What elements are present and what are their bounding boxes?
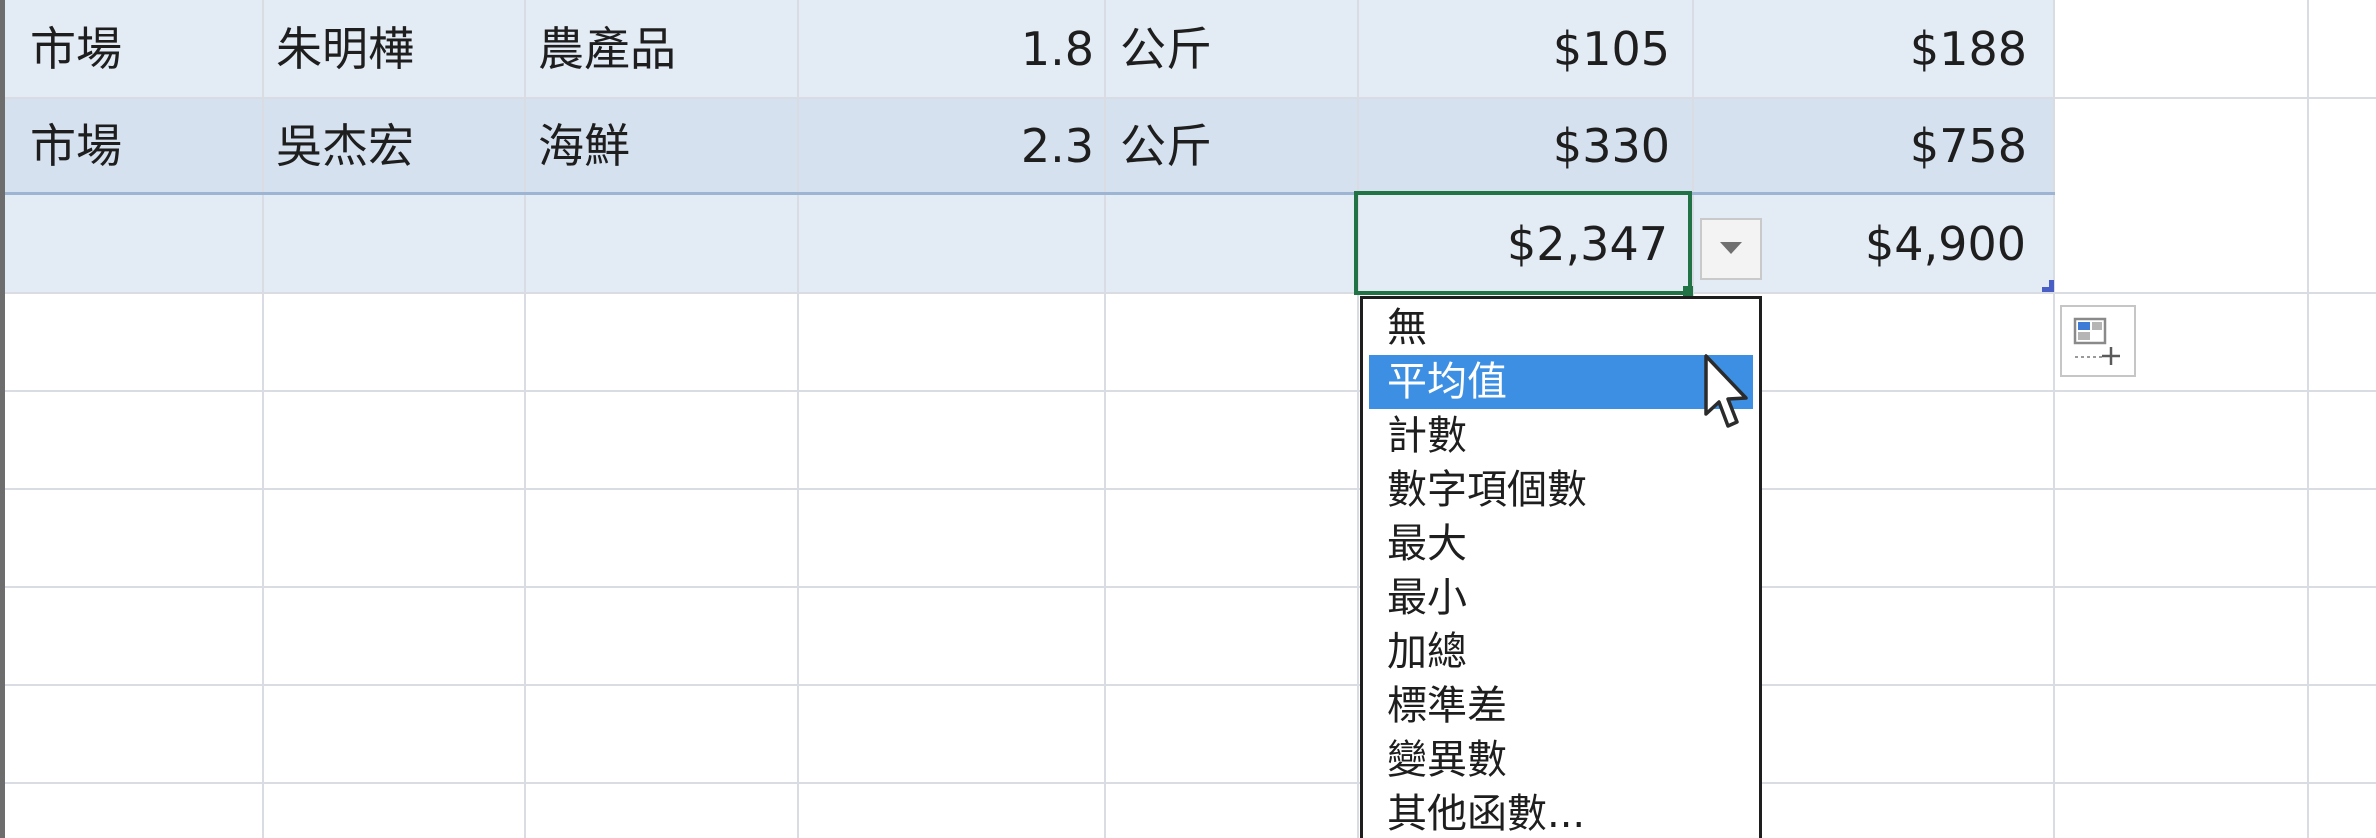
total-dropdown-button[interactable] [1700,218,1762,280]
table-cell[interactable]: 2.3 [808,97,1094,195]
table-cell[interactable]: 海鮮 [538,97,788,195]
fill-handle[interactable] [1683,286,1693,296]
spreadsheet-grid: 市場 朱明樺 農產品 1.8 公斤 $105 $188 市場 吳杰宏 海鮮 2.… [0,0,2376,838]
row-gridline [5,782,2376,784]
row-gridline [5,684,2376,686]
menu-item-variance[interactable]: 變異數 [1369,733,1753,787]
menu-item-average[interactable]: 平均值 [1369,355,1753,409]
column-gridline [262,0,264,838]
menu-item-max[interactable]: 最大 [1369,517,1753,571]
column-gridline [2307,0,2309,838]
table-cell[interactable]: $758 [1705,97,2027,195]
window-edge [0,0,5,838]
column-gridline [797,0,799,838]
menu-item-count-numbers[interactable]: 數字項個數 [1369,463,1753,517]
menu-item-sum[interactable]: 加總 [1369,625,1753,679]
table-cell[interactable]: 市場 [30,97,250,195]
table-cell[interactable]: 市場 [30,0,250,98]
table-resize-handle[interactable] [2042,280,2054,292]
column-gridline [1104,0,1106,838]
chevron-down-icon [1720,242,1742,254]
menu-item-count[interactable]: 計數 [1369,409,1753,463]
quick-analysis-icon [2073,317,2120,365]
table-cell[interactable]: $188 [1705,0,2027,98]
menu-item-more-functions[interactable]: 其他函數... [1369,787,1753,838]
active-cell-border [1354,191,1692,295]
menu-item-min[interactable]: 最小 [1369,571,1753,625]
row-gridline [5,488,2376,490]
column-gridline [2053,0,2055,838]
row-gridline [5,586,2376,588]
column-gridline [524,0,526,838]
column-gridline [1357,0,1359,838]
table-cell[interactable]: $105 [1370,0,1670,98]
mouse-pointer-icon [1704,354,1748,428]
table-cell[interactable]: 朱明樺 [276,0,511,98]
table-cell[interactable]: 吳杰宏 [276,97,511,195]
table-cell[interactable]: 農產品 [538,0,788,98]
grand-total-cell[interactable]: $4,900 [1770,195,2026,293]
table-cell[interactable]: 公斤 [1120,0,1340,98]
table-cell[interactable]: 公斤 [1120,97,1340,195]
row-gridline [5,390,2376,392]
table-cell[interactable]: 1.8 [808,0,1094,98]
menu-item-none[interactable]: 無 [1369,301,1753,355]
table-cell[interactable]: $330 [1370,97,1670,195]
quick-analysis-button[interactable] [2060,305,2136,377]
menu-item-stddev[interactable]: 標準差 [1369,679,1753,733]
